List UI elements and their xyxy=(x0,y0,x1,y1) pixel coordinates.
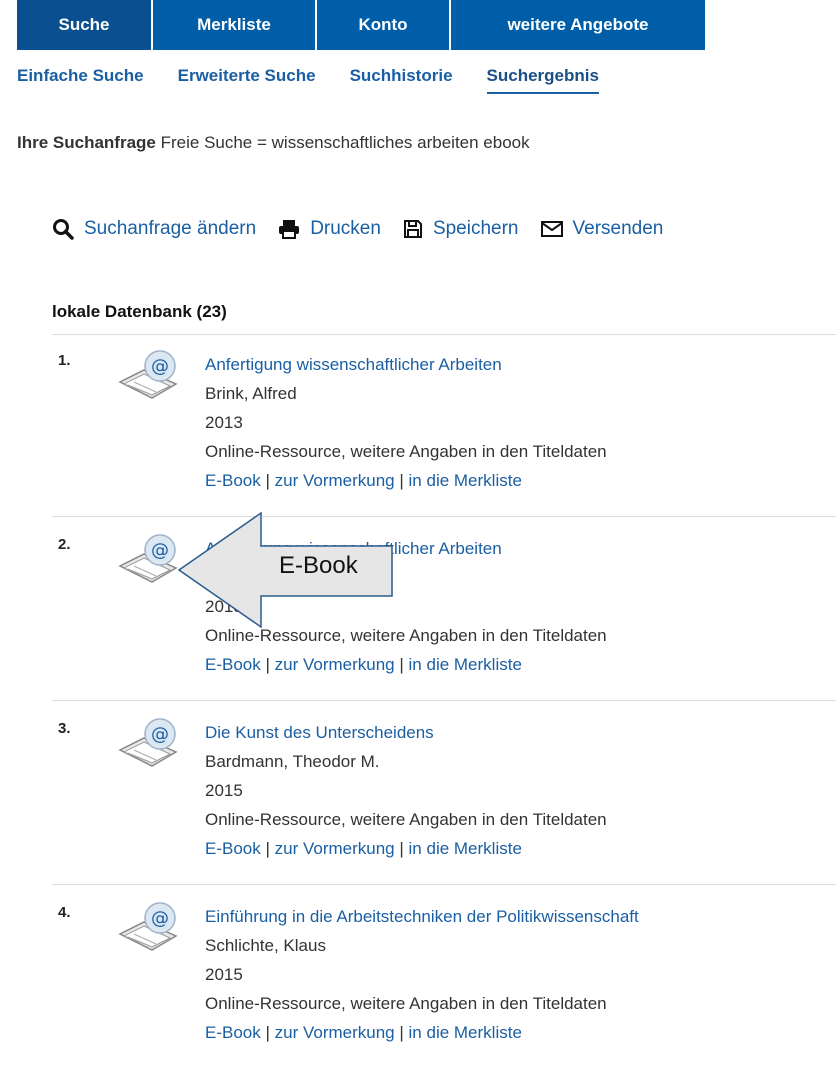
result-year: 2015 xyxy=(205,965,243,984)
search-query: Ihre Suchanfrage Freie Suche = wissensch… xyxy=(17,133,530,153)
tab-konto[interactable]: Konto xyxy=(317,0,451,50)
ebook-link[interactable]: E-Book xyxy=(205,839,261,858)
send-label: Versenden xyxy=(572,218,664,239)
envelope-icon xyxy=(540,221,563,237)
ebook-link[interactable]: E-Book xyxy=(205,1023,261,1042)
ebook-icon: @ xyxy=(118,718,178,767)
result-item: 4. @ Einführung in die Arbeitstechniken … xyxy=(52,886,836,1066)
result-links: E-Book | zur Vormerkung | in die Merklis… xyxy=(205,466,607,495)
send-button[interactable]: Versenden xyxy=(540,218,664,240)
reserve-link[interactable]: zur Vormerkung xyxy=(275,1023,395,1042)
result-title-link[interactable]: Einführung in die Arbeitstechniken der P… xyxy=(205,907,639,926)
result-info: Die Kunst des Unterscheidens Bardmann, T… xyxy=(205,718,607,863)
ebook-icon: @ xyxy=(118,534,178,583)
subnav-erweiterte-suche[interactable]: Erweiterte Suche xyxy=(178,66,316,94)
link-separator: | xyxy=(265,655,270,674)
link-separator: | xyxy=(399,471,404,490)
ebook-icon: @ xyxy=(118,350,178,399)
section-title: lokale Datenbank (23) xyxy=(52,302,227,321)
result-links: E-Book | zur Vormerkung | in die Merklis… xyxy=(205,650,607,679)
save-button[interactable]: Speichern xyxy=(403,218,519,240)
link-separator: | xyxy=(265,839,270,858)
tab-suche[interactable]: Suche xyxy=(17,0,153,50)
result-year: 2013 xyxy=(205,413,243,432)
svg-text:@: @ xyxy=(151,724,169,745)
add-to-list-link[interactable]: in die Merkliste xyxy=(409,655,522,674)
search-icon xyxy=(53,219,74,240)
main-tab-bar: Suche Merkliste Konto weitere Angebote xyxy=(17,0,705,50)
ebook-link[interactable]: E-Book xyxy=(205,655,261,674)
result-links: E-Book | zur Vormerkung | in die Merklis… xyxy=(205,1018,639,1047)
callout-label: E-Book xyxy=(279,552,358,579)
link-separator: | xyxy=(265,1023,270,1042)
ebook-link[interactable]: E-Book xyxy=(205,471,261,490)
action-bar: Suchanfrage ändern Drucken Speichern Ver… xyxy=(52,218,685,240)
subnav-suchergebnis[interactable]: Suchergebnis xyxy=(486,66,599,94)
link-separator: | xyxy=(399,839,404,858)
query-label: Ihre Suchanfrage xyxy=(17,133,156,152)
subnav-suchhistorie[interactable]: Suchhistorie xyxy=(350,66,453,94)
link-separator: | xyxy=(399,1023,404,1042)
result-year: 2015 xyxy=(205,781,243,800)
svg-text:@: @ xyxy=(151,356,169,377)
result-number: 4. xyxy=(58,904,71,921)
floppy-disk-icon xyxy=(403,220,422,238)
result-item: 1. @ Anfertigung wissenschaftlicher Arbe… xyxy=(52,334,836,514)
change-query-button[interactable]: Suchanfrage ändern xyxy=(52,218,256,240)
reserve-link[interactable]: zur Vormerkung xyxy=(275,471,395,490)
result-number: 3. xyxy=(58,720,71,737)
result-title-link[interactable]: Anfertigung wissenschaftlicher Arbeiten xyxy=(205,355,502,374)
ebook-icon: @ xyxy=(118,902,178,951)
add-to-list-link[interactable]: in die Merkliste xyxy=(409,839,522,858)
result-number: 2. xyxy=(58,536,71,553)
result-item: 2. @ Anfertigung wissenschaftlicher Arbe… xyxy=(52,518,836,698)
reserve-link[interactable]: zur Vormerkung xyxy=(275,839,395,858)
subnav-einfache-suche[interactable]: Einfache Suche xyxy=(17,66,144,94)
result-author: Schlichte, Klaus xyxy=(205,936,326,955)
print-label: Drucken xyxy=(310,218,381,239)
result-author: Bardmann, Theodor M. xyxy=(205,752,380,771)
change-query-label: Suchanfrage ändern xyxy=(84,218,257,239)
result-item: 3. @ Die Kunst des Unterscheidens Bardma… xyxy=(52,702,836,882)
add-to-list-link[interactable]: in die Merkliste xyxy=(409,1023,522,1042)
svg-text:@: @ xyxy=(151,540,169,561)
result-description: Online-Ressource, weitere Angaben in den… xyxy=(205,994,607,1013)
add-to-list-link[interactable]: in die Merkliste xyxy=(409,471,522,490)
link-separator: | xyxy=(265,471,270,490)
reserve-link[interactable]: zur Vormerkung xyxy=(275,655,395,674)
divider xyxy=(52,516,836,517)
print-button[interactable]: Drucken xyxy=(278,218,381,240)
save-label: Speichern xyxy=(432,218,519,239)
result-links: E-Book | zur Vormerkung | in die Merklis… xyxy=(205,834,607,863)
result-title-link[interactable]: Die Kunst des Unterscheidens xyxy=(205,723,434,742)
result-number: 1. xyxy=(58,352,71,369)
divider xyxy=(52,700,836,701)
result-info: Anfertigung wissenschaftlicher Arbeiten … xyxy=(205,350,607,495)
result-info: Einführung in die Arbeitstechniken der P… xyxy=(205,902,639,1047)
link-separator: | xyxy=(399,655,404,674)
svg-text:@: @ xyxy=(151,908,169,929)
tab-weitere-angebote[interactable]: weitere Angebote xyxy=(451,0,705,50)
divider xyxy=(52,884,836,885)
result-author: Brink, Alfred xyxy=(205,384,297,403)
sub-navigation: Einfache Suche Erweiterte Suche Suchhist… xyxy=(17,66,633,94)
printer-icon xyxy=(279,220,300,239)
tab-merkliste[interactable]: Merkliste xyxy=(153,0,317,50)
result-description: Online-Ressource, weitere Angaben in den… xyxy=(205,810,607,829)
result-description: Online-Ressource, weitere Angaben in den… xyxy=(205,442,607,461)
query-text: Freie Suche = wissenschaftliches arbeite… xyxy=(160,133,530,152)
